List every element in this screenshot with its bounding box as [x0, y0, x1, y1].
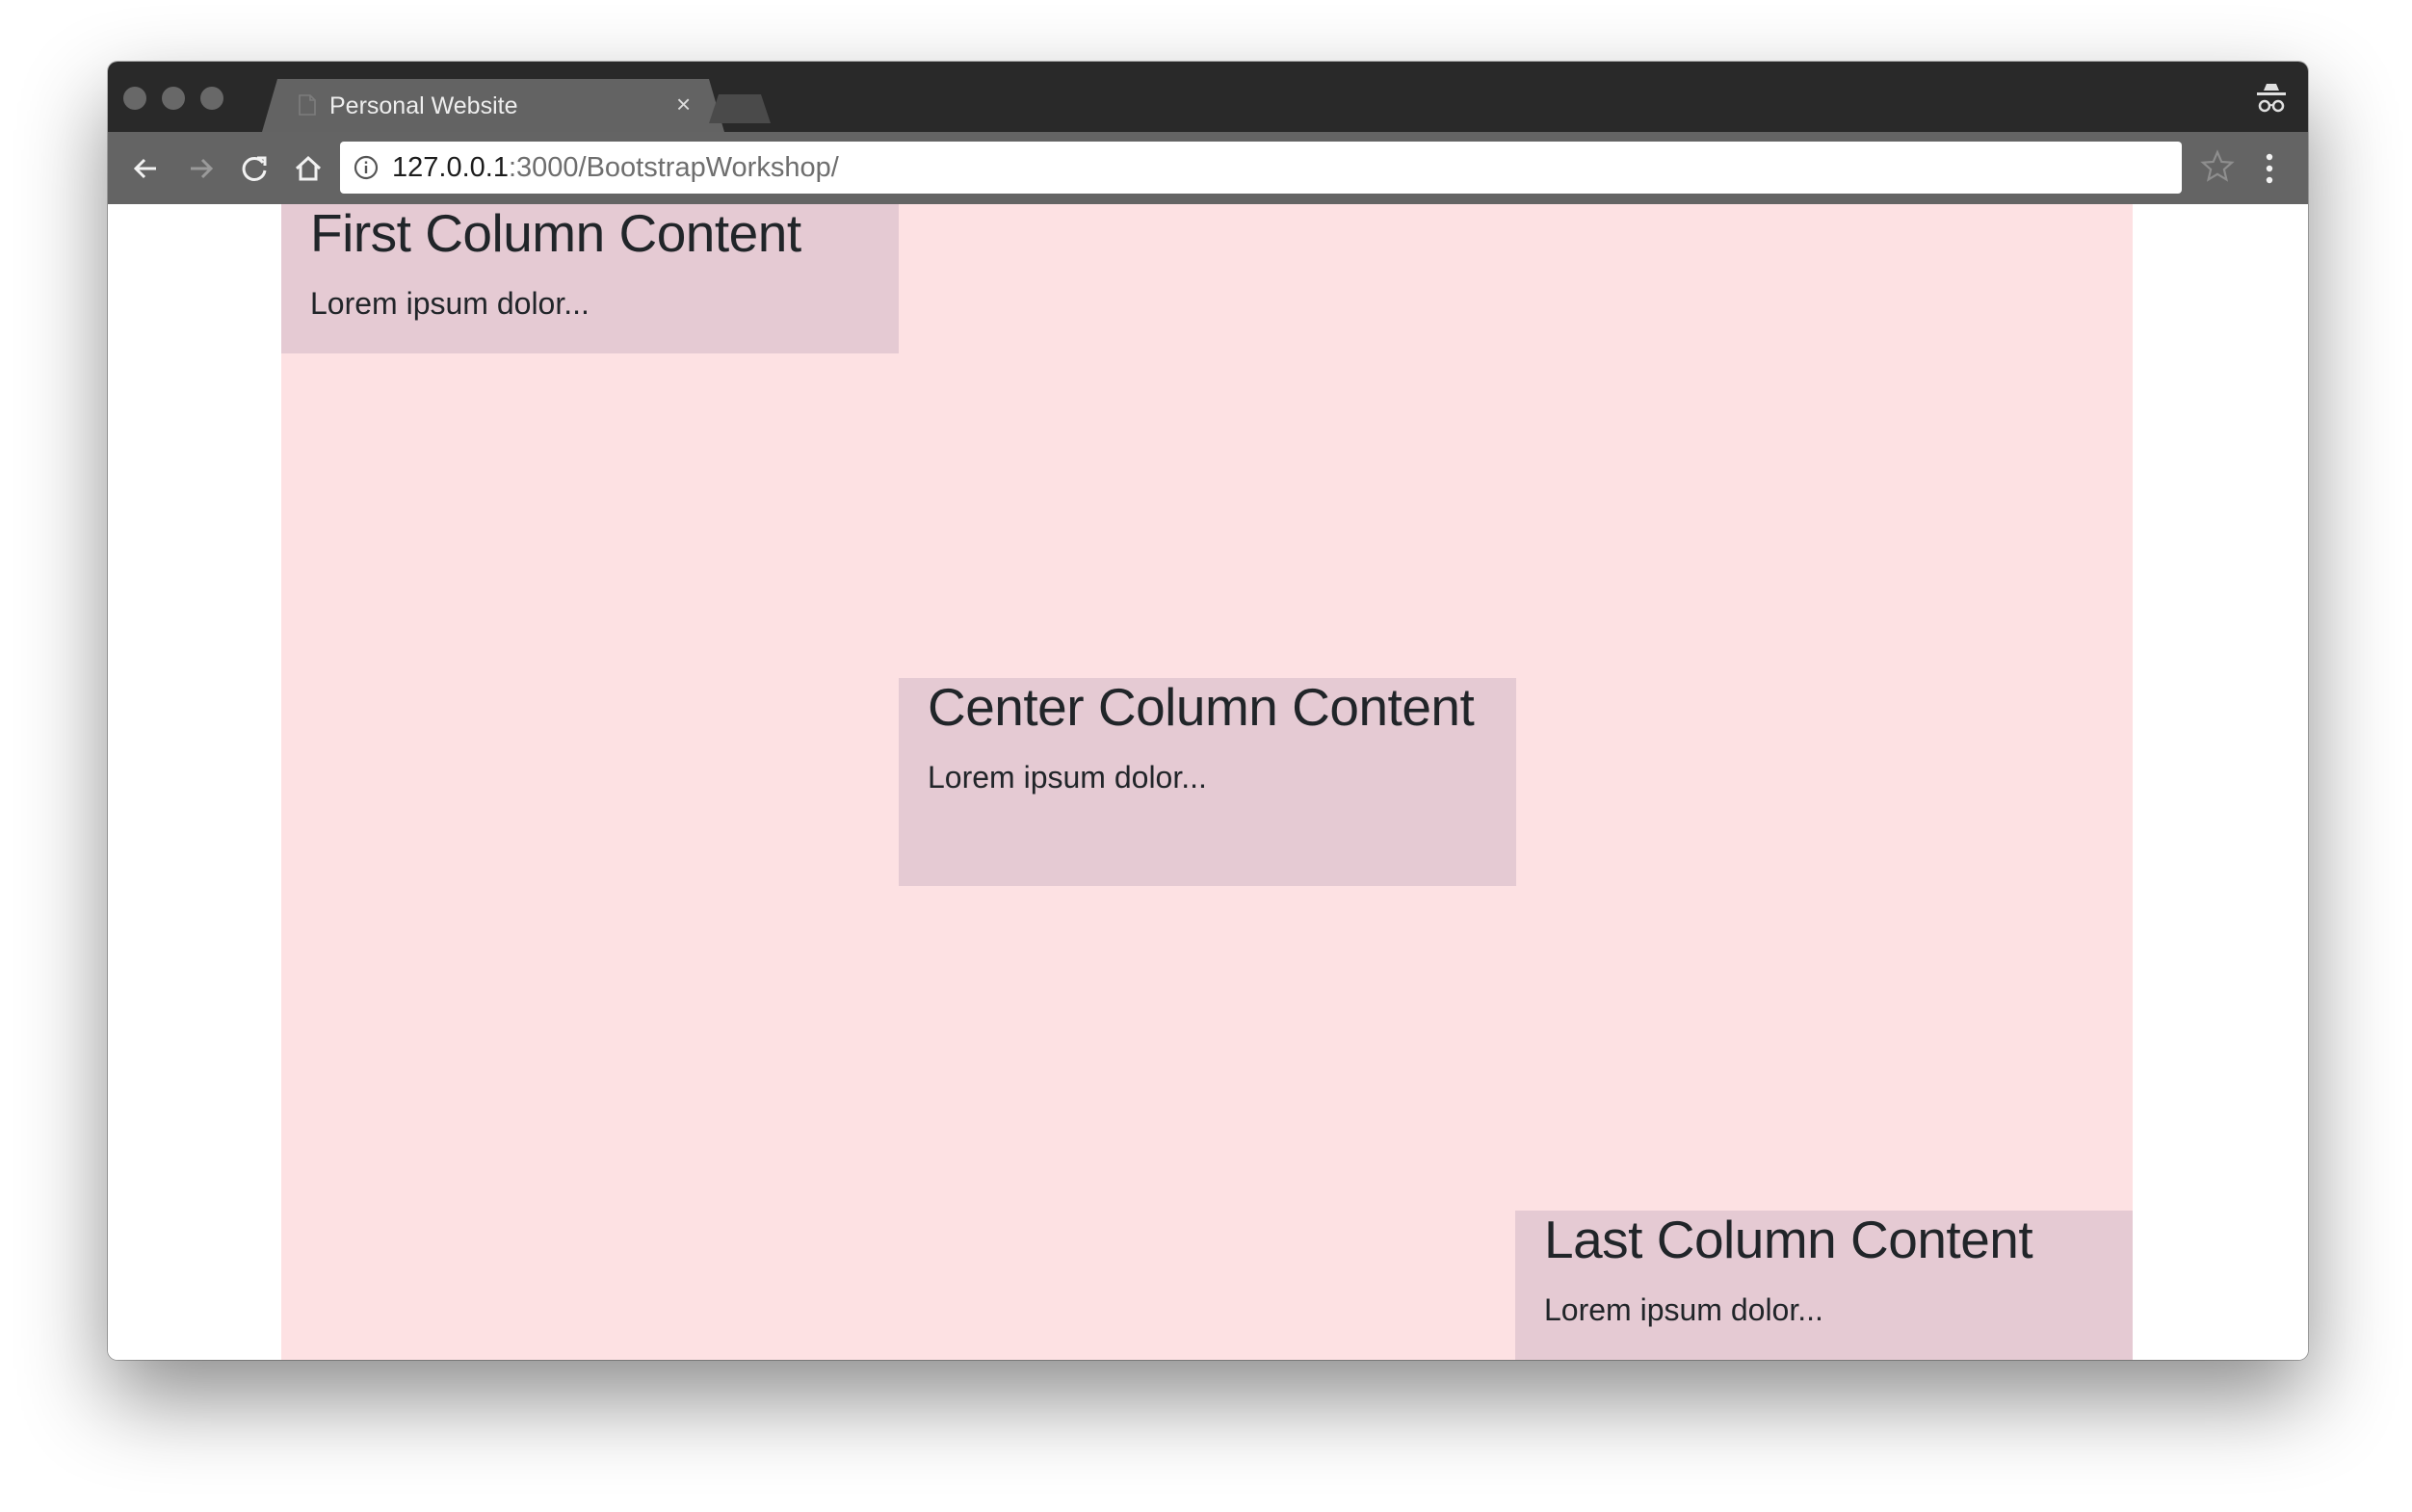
window-zoom-control[interactable]: [200, 87, 223, 110]
center-column-heading: Center Column Content: [928, 677, 1475, 737]
tab-title: Personal Website: [329, 92, 518, 119]
star-icon[interactable]: [2200, 149, 2235, 184]
last-column: Last Column Content Lorem ipsum dolor...: [1515, 1211, 2133, 1360]
reload-icon[interactable]: [235, 149, 274, 188]
kebab-menu-icon[interactable]: [2258, 149, 2281, 188]
content-container: First Column Content Lorem ipsum dolor..…: [281, 204, 2133, 1360]
url-path: :3000/BootstrapWorkshop/: [508, 152, 839, 183]
incognito-icon: [2257, 84, 2286, 113]
window-close-control[interactable]: [123, 87, 146, 110]
center-column-text: Lorem ipsum dolor...: [928, 760, 1207, 795]
first-column-text: Lorem ipsum dolor...: [310, 286, 590, 321]
first-column: First Column Content Lorem ipsum dolor..…: [281, 204, 899, 353]
back-arrow-icon[interactable]: [127, 149, 166, 188]
forward-arrow-icon[interactable]: [181, 149, 220, 188]
url-text[interactable]: 127.0.0.1:3000/BootstrapWorkshop/: [392, 152, 839, 184]
window-minimize-control[interactable]: [162, 87, 185, 110]
browser-toolbar: 127.0.0.1:3000/BootstrapWorkshop/: [108, 132, 2308, 204]
home-icon[interactable]: [289, 149, 328, 188]
last-column-text: Lorem ipsum dolor...: [1544, 1292, 1823, 1327]
address-bar[interactable]: 127.0.0.1:3000/BootstrapWorkshop/: [340, 142, 2182, 194]
browser-window: Personal Website × 127.0.0.1:3000/Bootst…: [108, 62, 2308, 1360]
first-column-heading: First Column Content: [310, 204, 801, 263]
document-icon: [299, 94, 316, 116]
browser-tab[interactable]: Personal Website ×: [262, 79, 724, 132]
center-column: Center Column Content Lorem ipsum dolor.…: [899, 678, 1516, 886]
info-icon[interactable]: [352, 153, 380, 182]
url-host: 127.0.0.1: [392, 152, 509, 183]
last-column-heading: Last Column Content: [1544, 1210, 2033, 1269]
new-tab-icon[interactable]: [709, 94, 771, 123]
close-icon[interactable]: ×: [676, 90, 691, 118]
page-viewport: First Column Content Lorem ipsum dolor..…: [108, 204, 2308, 1360]
title-bar: Personal Website ×: [108, 62, 2308, 132]
